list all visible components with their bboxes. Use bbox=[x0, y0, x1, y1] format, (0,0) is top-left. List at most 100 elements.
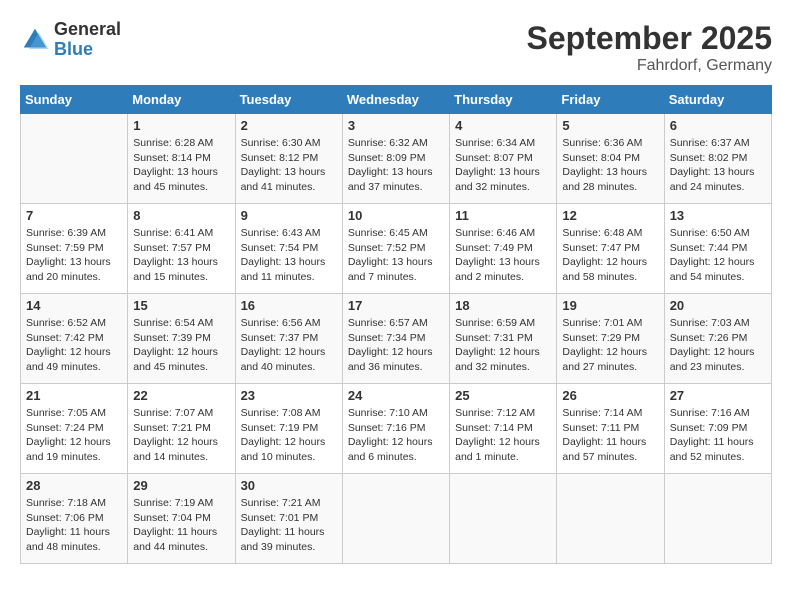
day-number: 20 bbox=[670, 298, 766, 313]
day-number: 4 bbox=[455, 118, 551, 133]
day-number: 16 bbox=[241, 298, 337, 313]
day-info: Sunrise: 6:28 AMSunset: 8:14 PMDaylight:… bbox=[133, 136, 229, 195]
calendar-cell bbox=[21, 114, 128, 204]
calendar-cell: 20Sunrise: 7:03 AMSunset: 7:26 PMDayligh… bbox=[664, 294, 771, 384]
day-info: Sunrise: 6:57 AMSunset: 7:34 PMDaylight:… bbox=[348, 316, 444, 375]
day-number: 15 bbox=[133, 298, 229, 313]
calendar-cell: 30 Sunrise: 7:21 AMSunset: 7:01 PMDayligh… bbox=[235, 474, 342, 564]
day-info: Sunrise: 7:01 AMSunset: 7:29 PMDaylight:… bbox=[562, 316, 658, 375]
day-number: 5 bbox=[562, 118, 658, 133]
day-number: 19 bbox=[562, 298, 658, 313]
day-info: Sunrise: 6:52 AMSunset: 7:42 PMDaylight:… bbox=[26, 316, 122, 375]
calendar-cell: 25 Sunrise: 7:12 AMSunset: 7:14 PMDayligh… bbox=[450, 384, 557, 474]
day-number: 13 bbox=[670, 208, 766, 223]
day-info: Sunrise: 7:18 AMSunset: 7:06 PMDaylight:… bbox=[26, 496, 122, 555]
calendar-cell: 7Sunrise: 6:39 AMSunset: 7:59 PMDaylight… bbox=[21, 204, 128, 294]
logo-icon bbox=[20, 25, 50, 55]
calendar-week-4: 21 Sunrise: 7:05 AMSunset: 7:24 PMDayligh… bbox=[21, 384, 772, 474]
day-number: 26 bbox=[562, 388, 658, 403]
day-info: Sunrise: 6:37 AMSunset: 8:02 PMDaylight:… bbox=[670, 136, 766, 195]
calendar-body: 1 Sunrise: 6:28 AMSunset: 8:14 PMDaylight… bbox=[21, 114, 772, 564]
day-number: 10 bbox=[348, 208, 444, 223]
day-number: 27 bbox=[670, 388, 766, 403]
calendar-table: SundayMondayTuesdayWednesdayThursdayFrid… bbox=[20, 85, 772, 564]
calendar-cell: 17Sunrise: 6:57 AMSunset: 7:34 PMDayligh… bbox=[342, 294, 449, 384]
day-info: Sunrise: 7:12 AMSunset: 7:14 PMDaylight:… bbox=[455, 406, 551, 465]
calendar-header: SundayMondayTuesdayWednesdayThursdayFrid… bbox=[21, 86, 772, 114]
logo-text: General Blue bbox=[54, 20, 121, 60]
day-info: Sunrise: 6:39 AMSunset: 7:59 PMDaylight:… bbox=[26, 226, 122, 285]
day-info: Sunrise: 7:08 AMSunset: 7:19 PMDaylight:… bbox=[241, 406, 337, 465]
day-info: Sunrise: 6:59 AMSunset: 7:31 PMDaylight:… bbox=[455, 316, 551, 375]
calendar-cell: 14Sunrise: 6:52 AMSunset: 7:42 PMDayligh… bbox=[21, 294, 128, 384]
calendar-cell: 29 Sunrise: 7:19 AMSunset: 7:04 PMDayligh… bbox=[128, 474, 235, 564]
day-number: 29 bbox=[133, 478, 229, 493]
calendar-cell: 21 Sunrise: 7:05 AMSunset: 7:24 PMDayligh… bbox=[21, 384, 128, 474]
calendar-cell: 19 Sunrise: 7:01 AMSunset: 7:29 PMDayligh… bbox=[557, 294, 664, 384]
day-number: 28 bbox=[26, 478, 122, 493]
day-info: Sunrise: 6:36 AMSunset: 8:04 PMDaylight:… bbox=[562, 136, 658, 195]
calendar-week-2: 7Sunrise: 6:39 AMSunset: 7:59 PMDaylight… bbox=[21, 204, 772, 294]
calendar-cell: 13Sunrise: 6:50 AMSunset: 7:44 PMDayligh… bbox=[664, 204, 771, 294]
weekday-header-sunday: Sunday bbox=[21, 86, 128, 114]
calendar-cell: 5 Sunrise: 6:36 AMSunset: 8:04 PMDaylight… bbox=[557, 114, 664, 204]
day-info: Sunrise: 7:14 AMSunset: 7:11 PMDaylight:… bbox=[562, 406, 658, 465]
location-subtitle: Fahrdorf, Germany bbox=[527, 57, 772, 75]
day-info: Sunrise: 6:41 AMSunset: 7:57 PMDaylight:… bbox=[133, 226, 229, 285]
day-info: Sunrise: 7:21 AMSunset: 7:01 PMDaylight:… bbox=[241, 496, 337, 555]
calendar-cell: 2 Sunrise: 6:30 AMSunset: 8:12 PMDaylight… bbox=[235, 114, 342, 204]
day-info: Sunrise: 7:07 AMSunset: 7:21 PMDaylight:… bbox=[133, 406, 229, 465]
day-info: Sunrise: 7:19 AMSunset: 7:04 PMDaylight:… bbox=[133, 496, 229, 555]
calendar-cell: 12Sunrise: 6:48 AMSunset: 7:47 PMDayligh… bbox=[557, 204, 664, 294]
calendar-cell: 22 Sunrise: 7:07 AMSunset: 7:21 PMDayligh… bbox=[128, 384, 235, 474]
day-number: 3 bbox=[348, 118, 444, 133]
day-number: 2 bbox=[241, 118, 337, 133]
logo: General Blue bbox=[20, 20, 121, 60]
calendar-cell bbox=[557, 474, 664, 564]
calendar-cell: 24Sunrise: 7:10 AMSunset: 7:16 PMDayligh… bbox=[342, 384, 449, 474]
weekday-header-saturday: Saturday bbox=[664, 86, 771, 114]
day-number: 9 bbox=[241, 208, 337, 223]
calendar-cell: 28 Sunrise: 7:18 AMSunset: 7:06 PMDayligh… bbox=[21, 474, 128, 564]
calendar-cell: 11 Sunrise: 6:46 AMSunset: 7:49 PMDayligh… bbox=[450, 204, 557, 294]
day-number: 24 bbox=[348, 388, 444, 403]
month-year-title: September 2025 bbox=[527, 20, 772, 57]
calendar-cell: 1 Sunrise: 6:28 AMSunset: 8:14 PMDaylight… bbox=[128, 114, 235, 204]
logo-general-text: General bbox=[54, 20, 121, 40]
calendar-cell: 8 Sunrise: 6:41 AMSunset: 7:57 PMDaylight… bbox=[128, 204, 235, 294]
page-header: General Blue September 2025 Fahrdorf, Ge… bbox=[20, 20, 772, 75]
day-info: Sunrise: 7:16 AMSunset: 7:09 PMDaylight:… bbox=[670, 406, 766, 465]
weekday-header-tuesday: Tuesday bbox=[235, 86, 342, 114]
calendar-cell: 15 Sunrise: 6:54 AMSunset: 7:39 PMDayligh… bbox=[128, 294, 235, 384]
weekday-header-row: SundayMondayTuesdayWednesdayThursdayFrid… bbox=[21, 86, 772, 114]
day-number: 1 bbox=[133, 118, 229, 133]
calendar-cell: 4 Sunrise: 6:34 AMSunset: 8:07 PMDaylight… bbox=[450, 114, 557, 204]
calendar-cell: 9 Sunrise: 6:43 AMSunset: 7:54 PMDaylight… bbox=[235, 204, 342, 294]
calendar-cell bbox=[450, 474, 557, 564]
day-info: Sunrise: 6:54 AMSunset: 7:39 PMDaylight:… bbox=[133, 316, 229, 375]
calendar-cell: 16 Sunrise: 6:56 AMSunset: 7:37 PMDayligh… bbox=[235, 294, 342, 384]
day-number: 18 bbox=[455, 298, 551, 313]
day-info: Sunrise: 6:43 AMSunset: 7:54 PMDaylight:… bbox=[241, 226, 337, 285]
day-info: Sunrise: 6:30 AMSunset: 8:12 PMDaylight:… bbox=[241, 136, 337, 195]
weekday-header-thursday: Thursday bbox=[450, 86, 557, 114]
day-number: 11 bbox=[455, 208, 551, 223]
day-number: 6 bbox=[670, 118, 766, 133]
day-info: Sunrise: 6:46 AMSunset: 7:49 PMDaylight:… bbox=[455, 226, 551, 285]
day-number: 8 bbox=[133, 208, 229, 223]
calendar-cell: 3Sunrise: 6:32 AMSunset: 8:09 PMDaylight… bbox=[342, 114, 449, 204]
calendar-cell: 6 Sunrise: 6:37 AMSunset: 8:02 PMDaylight… bbox=[664, 114, 771, 204]
day-number: 22 bbox=[133, 388, 229, 403]
calendar-week-1: 1 Sunrise: 6:28 AMSunset: 8:14 PMDaylight… bbox=[21, 114, 772, 204]
day-info: Sunrise: 6:34 AMSunset: 8:07 PMDaylight:… bbox=[455, 136, 551, 195]
calendar-cell: 27 Sunrise: 7:16 AMSunset: 7:09 PMDayligh… bbox=[664, 384, 771, 474]
day-number: 21 bbox=[26, 388, 122, 403]
day-info: Sunrise: 6:56 AMSunset: 7:37 PMDaylight:… bbox=[241, 316, 337, 375]
day-number: 25 bbox=[455, 388, 551, 403]
calendar-cell: 26 Sunrise: 7:14 AMSunset: 7:11 PMDayligh… bbox=[557, 384, 664, 474]
day-info: Sunrise: 7:05 AMSunset: 7:24 PMDaylight:… bbox=[26, 406, 122, 465]
day-number: 30 bbox=[241, 478, 337, 493]
day-info: Sunrise: 6:48 AMSunset: 7:47 PMDaylight:… bbox=[562, 226, 658, 285]
logo-blue-text: Blue bbox=[54, 40, 121, 60]
day-info: Sunrise: 6:45 AMSunset: 7:52 PMDaylight:… bbox=[348, 226, 444, 285]
